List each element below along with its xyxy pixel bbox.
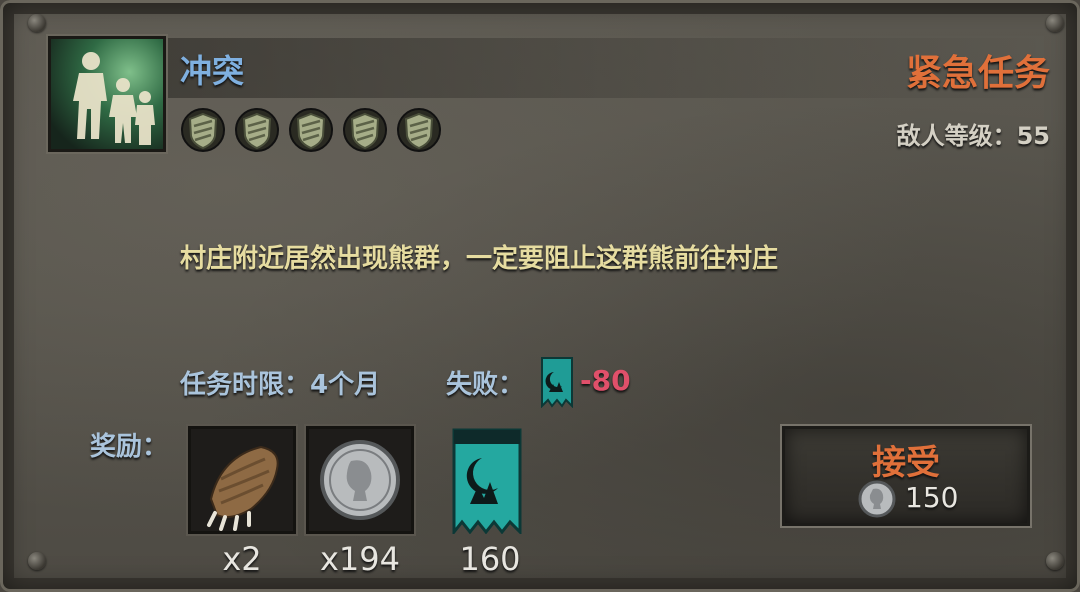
fail-label: 失败：	[446, 370, 525, 400]
shield-icon	[343, 108, 387, 152]
party-silhouette-icon	[73, 52, 155, 145]
time-limit-value: 4个月	[310, 370, 381, 400]
reward-count: 160	[459, 540, 521, 578]
accept-cost: 150	[905, 481, 959, 514]
time-limit: 任务时限：4个月	[180, 364, 380, 401]
enemy-level-value: 55	[1016, 122, 1050, 150]
mission-title: 冲突	[180, 52, 245, 90]
rivet-icon	[28, 14, 46, 32]
silver-coin-icon	[309, 429, 411, 531]
accept-label: 接受	[872, 443, 940, 483]
mission-type-label: 紧急任务	[905, 53, 1050, 94]
mission-description: 村庄附近居然出现熊群，一定要阻止这群熊前往村庄	[180, 244, 779, 274]
mission-portrait	[48, 36, 166, 152]
rivet-icon	[1046, 14, 1064, 32]
reward-slot[interactable]	[452, 428, 522, 537]
faction-banner-icon	[541, 357, 573, 408]
reward-slot[interactable]	[188, 426, 296, 534]
fail-penalty: -80	[580, 364, 631, 397]
shield-icon	[181, 108, 225, 152]
reward-slot[interactable]	[306, 426, 414, 534]
enemy-level-label: 敌人等级：	[896, 122, 1017, 150]
silver-coin-icon	[858, 480, 896, 518]
rivet-icon	[28, 552, 46, 570]
difficulty-rating	[180, 106, 442, 154]
bear-claw-icon	[191, 429, 293, 531]
reward-count: x194	[319, 540, 400, 578]
shield-icon	[289, 108, 333, 152]
rewards-label: 奖励：	[90, 432, 169, 462]
accept-button[interactable]: 接受 150	[782, 426, 1030, 526]
shield-icon	[397, 108, 441, 152]
shield-icon	[235, 108, 279, 152]
rivet-icon	[1046, 552, 1064, 570]
reward-count: x2	[222, 540, 262, 578]
time-limit-label: 任务时限：	[180, 370, 311, 400]
faction-banner-icon	[452, 428, 522, 537]
enemy-level: 敌人等级：55	[897, 116, 1050, 151]
